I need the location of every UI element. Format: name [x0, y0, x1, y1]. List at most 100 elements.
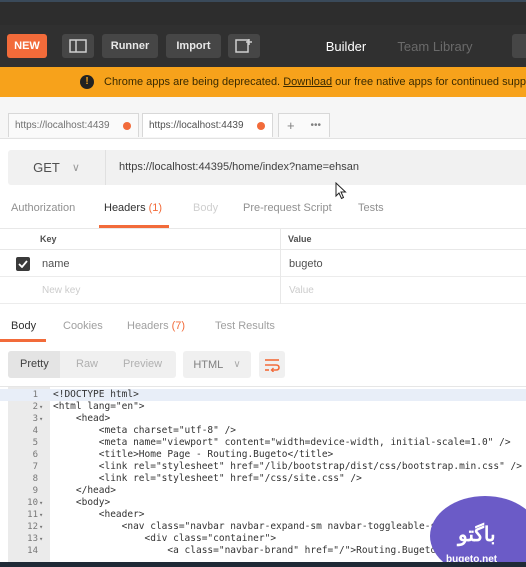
fold-arrow-icon[interactable]: ▾	[39, 509, 43, 521]
banner-text-suffix: our free native apps for continued suppo…	[335, 76, 526, 88]
value-column-header: Value	[288, 234, 312, 244]
code-line: 2 ▾ <html lang="en">	[0, 401, 526, 413]
line-number: 12	[27, 522, 38, 532]
code-text: <a class="navbar-brand" href="/">Routing…	[53, 545, 460, 556]
table-row: name bugeto	[0, 250, 526, 277]
line-number: 13	[27, 534, 38, 544]
tab-tests[interactable]: Tests	[358, 202, 384, 214]
toggle-sidebar-button[interactable]	[62, 34, 94, 58]
preview-button[interactable]: Preview	[123, 358, 162, 370]
tab-headers[interactable]: Headers (1)	[104, 202, 162, 214]
tab-cookies[interactable]: Cookies	[63, 320, 103, 332]
request-tab-label: https://localhost:4439	[15, 120, 110, 131]
header-enabled-checkbox[interactable]	[16, 257, 30, 271]
response-tabs: Body Cookies Headers (7) Test Results	[0, 313, 526, 343]
tab-authorization[interactable]: Authorization	[11, 202, 75, 214]
tab-body[interactable]: Body	[193, 202, 218, 214]
url-input[interactable]: https://localhost:44395/home/index?name=…	[119, 161, 359, 173]
more-options-icon[interactable]: •••	[311, 120, 322, 131]
tab-pre-request-script[interactable]: Pre-request Script	[243, 202, 332, 214]
headers-count-badge: (1)	[148, 202, 163, 214]
url-bar: GET ∨ https://localhost:44395/home/index…	[8, 150, 526, 185]
code-text: </head>	[53, 485, 116, 496]
warning-icon: !	[80, 75, 94, 89]
code-line: 1 <!DOCTYPE html>	[0, 389, 526, 401]
banner-text-prefix: Chrome apps are being deprecated.	[104, 76, 281, 88]
import-button[interactable]: Import	[166, 34, 221, 58]
new-key-input[interactable]: New key	[42, 285, 80, 296]
response-headers-count: (7)	[171, 320, 186, 332]
fold-arrow-icon[interactable]: ▾	[39, 401, 43, 413]
unsaved-dot-icon	[257, 122, 265, 130]
line-number: 7	[32, 462, 38, 472]
code-line: 3 ▾ <head>	[0, 413, 526, 425]
runner-button[interactable]: Runner	[102, 34, 158, 58]
headers-table-header: Key Value	[0, 228, 526, 250]
wrap-lines-button[interactable]	[259, 351, 285, 378]
new-window-button[interactable]	[228, 34, 260, 58]
code-line: 9 </head>	[0, 485, 526, 497]
line-number: 14	[27, 546, 38, 556]
new-value-input[interactable]: Value	[289, 285, 314, 296]
chevron-down-icon: ∨	[71, 162, 80, 174]
window-bottom-strip	[0, 562, 526, 567]
view-mode-toggle: Pretty Raw Preview	[8, 351, 176, 378]
unsaved-dot-icon	[123, 122, 131, 130]
code-line: 7 <link rel="stylesheet" href="/lib/boot…	[0, 461, 526, 473]
fold-arrow-icon[interactable]: ▾	[39, 497, 43, 509]
request-tab-active[interactable]: https://localhost:4439	[142, 113, 273, 137]
line-number: 3	[32, 414, 38, 424]
code-text: <!DOCTYPE html>	[53, 389, 139, 400]
pretty-button[interactable]: Pretty	[20, 358, 49, 370]
code-text: <div class="container">	[53, 533, 277, 544]
line-number: 5	[32, 438, 38, 448]
line-number: 6	[32, 450, 38, 460]
header-key-field[interactable]: name	[42, 258, 70, 270]
request-tab-label: https://localhost:4439	[149, 120, 244, 131]
table-row-new: New key Value	[0, 277, 526, 304]
fold-arrow-icon[interactable]: ▾	[39, 533, 43, 545]
raw-button[interactable]: Raw	[76, 358, 98, 370]
key-column-header: Key	[40, 234, 57, 244]
line-number: 1	[32, 390, 38, 400]
new-button[interactable]: NEW	[7, 34, 47, 58]
fold-arrow-icon[interactable]: ▾	[39, 413, 43, 425]
code-text: <html lang="en">	[53, 401, 145, 412]
tab-actions: + •••	[278, 113, 330, 137]
watermark-text: باگتو	[458, 524, 496, 546]
request-tabs-bar: https://localhost:4439 https://localhost…	[0, 97, 526, 139]
chevron-down-icon: ∨	[233, 359, 241, 370]
checkmark-icon	[18, 260, 28, 268]
tab-headers-label: Headers	[104, 202, 146, 214]
code-text: <link rel="stylesheet" href="/css/site.c…	[53, 473, 362, 484]
format-label: HTML	[193, 358, 224, 371]
tab-test-results[interactable]: Test Results	[215, 320, 275, 332]
request-tab[interactable]: https://localhost:4439	[8, 113, 139, 137]
line-number: 2	[32, 402, 38, 412]
code-text: <meta name="viewport" content="width=dev…	[53, 437, 511, 448]
format-select[interactable]: HTML ∨	[183, 351, 251, 378]
method-select[interactable]: GET ∨	[8, 150, 106, 185]
line-number: 11	[27, 510, 38, 520]
column-divider	[280, 228, 281, 304]
tab-response-body[interactable]: Body	[11, 320, 36, 332]
tab-builder[interactable]: Builder	[310, 25, 382, 67]
code-line: 4 <meta charset="utf-8" />	[0, 425, 526, 437]
tab-response-headers-label: Headers	[127, 320, 169, 332]
code-text: <head>	[53, 413, 111, 424]
sidebar-layout-icon	[69, 39, 87, 53]
header-value-field[interactable]: bugeto	[289, 258, 323, 270]
banner-message: Chrome apps are being deprecated. Downlo…	[104, 76, 526, 88]
code-text: <header>	[53, 509, 145, 520]
toolbar-overflow-button[interactable]	[512, 34, 526, 58]
request-subtabs: Authorization Headers (1) Body Pre-reque…	[0, 194, 526, 224]
download-link[interactable]: Download	[283, 76, 332, 88]
line-number: 8	[32, 474, 38, 484]
line-number: 9	[32, 486, 38, 496]
add-tab-icon[interactable]: +	[287, 118, 295, 133]
tab-response-headers[interactable]: Headers (7)	[127, 320, 185, 332]
tab-team-library[interactable]: Team Library	[385, 25, 485, 67]
code-text: <body>	[53, 497, 111, 508]
fold-arrow-icon[interactable]: ▾	[39, 521, 43, 533]
new-window-icon	[235, 39, 252, 53]
